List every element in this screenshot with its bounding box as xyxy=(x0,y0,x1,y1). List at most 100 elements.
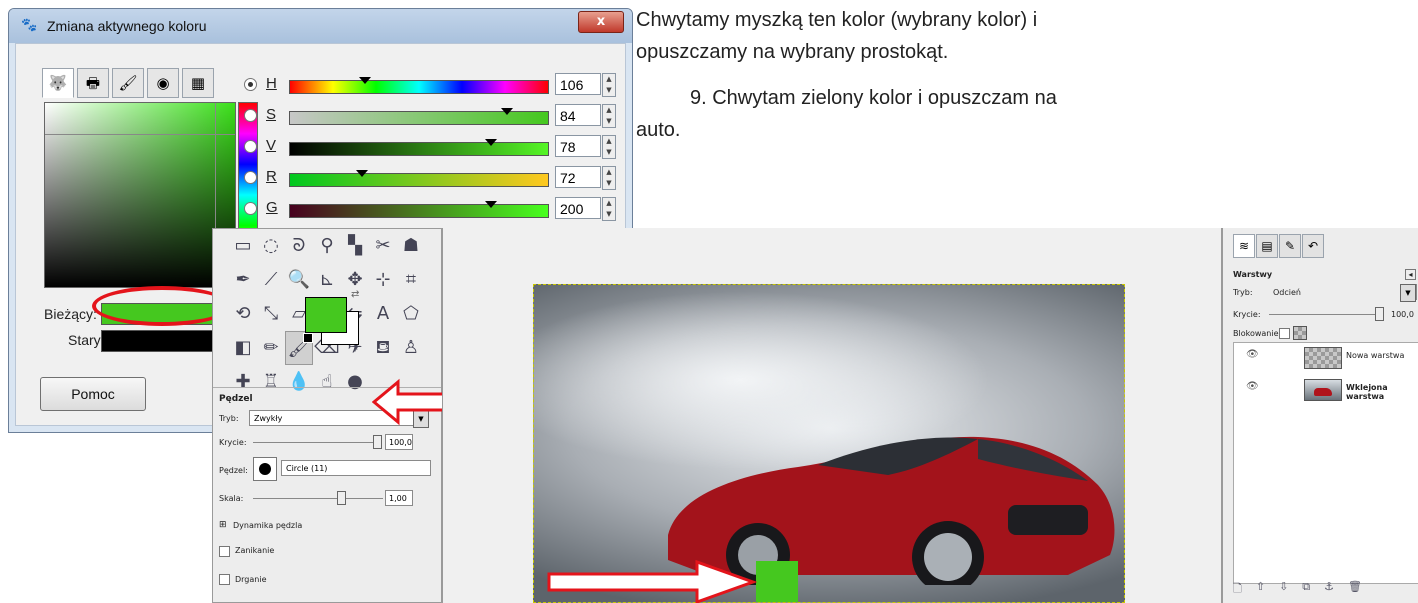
color-wheel-icon[interactable]: ◉ xyxy=(147,68,179,98)
layer-mode-label: Tryb: xyxy=(1233,288,1253,297)
lock-alpha-icon[interactable] xyxy=(1293,326,1307,340)
channel-radio[interactable] xyxy=(244,171,257,184)
channel-bar[interactable] xyxy=(289,108,549,125)
reset-colors-icon[interactable] xyxy=(303,333,313,343)
paths-tab-icon[interactable]: ✎ xyxy=(1279,234,1301,258)
opacity-slider-track[interactable] xyxy=(253,442,379,443)
layer-thumbnail xyxy=(1304,379,1342,401)
dynamics-label[interactable]: Dynamika pędzla xyxy=(233,521,302,530)
blend-icon[interactable]: ◧ xyxy=(229,331,257,365)
fuzzy-select-icon[interactable]: ⚲ xyxy=(313,229,341,263)
pencil-icon[interactable]: ✏ xyxy=(257,331,285,365)
opacity-value[interactable]: 100,0 xyxy=(385,434,413,450)
channels-tab-icon[interactable]: ▤ xyxy=(1256,234,1278,258)
layers-panel: ≋ ▤ ✎ ↶ Warstwy ◂ Tryb: Odcień ▼ Krycie:… xyxy=(1222,228,1418,603)
layers-tab-icon[interactable]: ≋ xyxy=(1233,234,1255,258)
car-image[interactable] xyxy=(533,284,1125,603)
printer-icon[interactable]: 🖶 xyxy=(77,68,109,98)
channel-value[interactable]: 200 xyxy=(555,197,601,219)
channel-value[interactable]: 72 xyxy=(555,166,601,188)
dialog-titlebar[interactable]: 🐾 Zmiana aktywnego koloru x xyxy=(9,9,632,43)
zoom-icon[interactable]: 🔍 xyxy=(285,263,313,297)
dock-tabs: ≋ ▤ ✎ ↶ xyxy=(1233,234,1324,258)
spin-arrows-icon[interactable]: ▲▼ xyxy=(602,135,616,159)
palette-icon[interactable]: ▦ xyxy=(182,68,214,98)
collapse-icon[interactable]: ◂ xyxy=(1405,269,1416,280)
free-select-icon[interactable]: ᘐ xyxy=(285,229,313,263)
lower-layer-icon[interactable]: ⇩ xyxy=(1279,580,1288,599)
wilber-icon[interactable]: 🐺 xyxy=(42,68,74,98)
duplicate-layer-icon[interactable]: ⧉ xyxy=(1302,580,1310,599)
spin-arrows-icon[interactable]: ▲▼ xyxy=(602,166,616,190)
channel-label: R xyxy=(266,168,277,185)
eye-icon[interactable]: 👁 xyxy=(1246,349,1259,360)
channel-bar[interactable] xyxy=(289,77,549,94)
scale-icon[interactable]: ⤡ xyxy=(257,297,285,331)
channel-radio[interactable] xyxy=(244,140,257,153)
image-canvas[interactable] xyxy=(442,228,1222,603)
watercolor-brush-icon[interactable]: 🖌 xyxy=(112,68,144,98)
annotation-ellipse xyxy=(92,286,232,326)
scissors-icon[interactable]: ✂ xyxy=(369,229,397,263)
color-picker-icon[interactable]: ⟋ xyxy=(257,263,285,297)
crop-icon[interactable]: ⌗ xyxy=(397,263,425,297)
channel-value[interactable]: 78 xyxy=(555,135,601,157)
rotate-icon[interactable]: ⟲ xyxy=(229,297,257,331)
measure-icon[interactable]: ⊾ xyxy=(313,263,341,297)
expand-icon[interactable]: ⊞ xyxy=(219,520,227,530)
clone-icon[interactable]: ♙ xyxy=(397,331,425,365)
green-rectangle[interactable] xyxy=(756,561,798,602)
swap-colors-icon[interactable]: ⇄ xyxy=(351,289,359,300)
brush-preview[interactable] xyxy=(253,457,277,481)
layer-opacity-thumb[interactable] xyxy=(1375,307,1384,321)
channel-row-v: V 78 ▲ ▼ xyxy=(244,135,632,159)
cage-icon[interactable]: ⬠ xyxy=(397,297,425,331)
saturation-value-area[interactable] xyxy=(44,102,236,288)
channel-bar[interactable] xyxy=(289,170,549,187)
brush-name-field[interactable]: Circle (11) xyxy=(281,460,431,476)
spin-arrows-icon[interactable]: ▲▼ xyxy=(602,197,616,221)
anchor-icon[interactable]: ⚓ xyxy=(1324,580,1334,599)
channel-label: H xyxy=(266,75,277,92)
foreground-select-icon[interactable]: ☗ xyxy=(397,229,425,263)
foreground-color-swatch[interactable] xyxy=(305,297,347,333)
scale-slider-thumb[interactable] xyxy=(337,491,346,505)
channel-radio[interactable] xyxy=(244,202,257,215)
car-grille xyxy=(1008,505,1088,535)
layer-row[interactable]: 👁 Nowa warstwa xyxy=(1234,343,1418,371)
channel-value[interactable]: 84 xyxy=(555,104,601,126)
select-by-color-icon[interactable]: ▚ xyxy=(341,229,369,263)
fade-checkbox[interactable] xyxy=(219,546,230,557)
bucket-fill-icon[interactable]: ⛾ xyxy=(369,331,397,365)
layer-mode-value[interactable]: Odcień xyxy=(1273,288,1301,297)
ellipse-select-icon[interactable]: ◌ xyxy=(257,229,285,263)
jitter-checkbox[interactable] xyxy=(219,574,230,585)
help-button[interactable]: Pomoc xyxy=(40,377,146,411)
layer-row[interactable]: 👁 Wklejona warstwa xyxy=(1234,375,1418,403)
layer-opacity-track[interactable] xyxy=(1269,314,1379,315)
spin-arrows-icon[interactable]: ▲▼ xyxy=(602,73,616,97)
align-icon[interactable]: ⊹ xyxy=(369,263,397,297)
scale-slider-track[interactable] xyxy=(253,498,383,499)
new-layer-icon[interactable]: 🗋 xyxy=(1233,580,1242,599)
channel-bar[interactable] xyxy=(289,201,549,218)
channel-row-g: G 200 ▲ ▼ xyxy=(244,197,632,221)
scale-value[interactable]: 1,00 xyxy=(385,490,413,506)
trash-icon[interactable]: 🗑 xyxy=(1348,580,1362,599)
rect-select-icon[interactable]: ▭ xyxy=(229,229,257,263)
opacity-slider-thumb[interactable] xyxy=(373,435,382,449)
channel-radio[interactable] xyxy=(244,109,257,122)
text-icon[interactable]: A xyxy=(369,297,397,331)
spin-arrows-icon[interactable]: ▲▼ xyxy=(602,104,616,128)
channel-value[interactable]: 106 xyxy=(555,73,601,95)
lock-pixels-checkbox[interactable] xyxy=(1279,328,1290,339)
raise-layer-icon[interactable]: ⇧ xyxy=(1256,580,1265,599)
close-button[interactable]: x xyxy=(578,11,624,33)
channel-bar[interactable] xyxy=(289,139,549,156)
layer-opacity-value[interactable]: 100,0 xyxy=(1391,310,1414,319)
undo-tab-icon[interactable]: ↶ xyxy=(1302,234,1324,258)
channel-radio[interactable] xyxy=(244,78,257,91)
eye-icon[interactable]: 👁 xyxy=(1246,381,1259,392)
paths-icon[interactable]: ✒ xyxy=(229,263,257,297)
layer-mode-select[interactable]: ▼ xyxy=(1400,284,1417,302)
